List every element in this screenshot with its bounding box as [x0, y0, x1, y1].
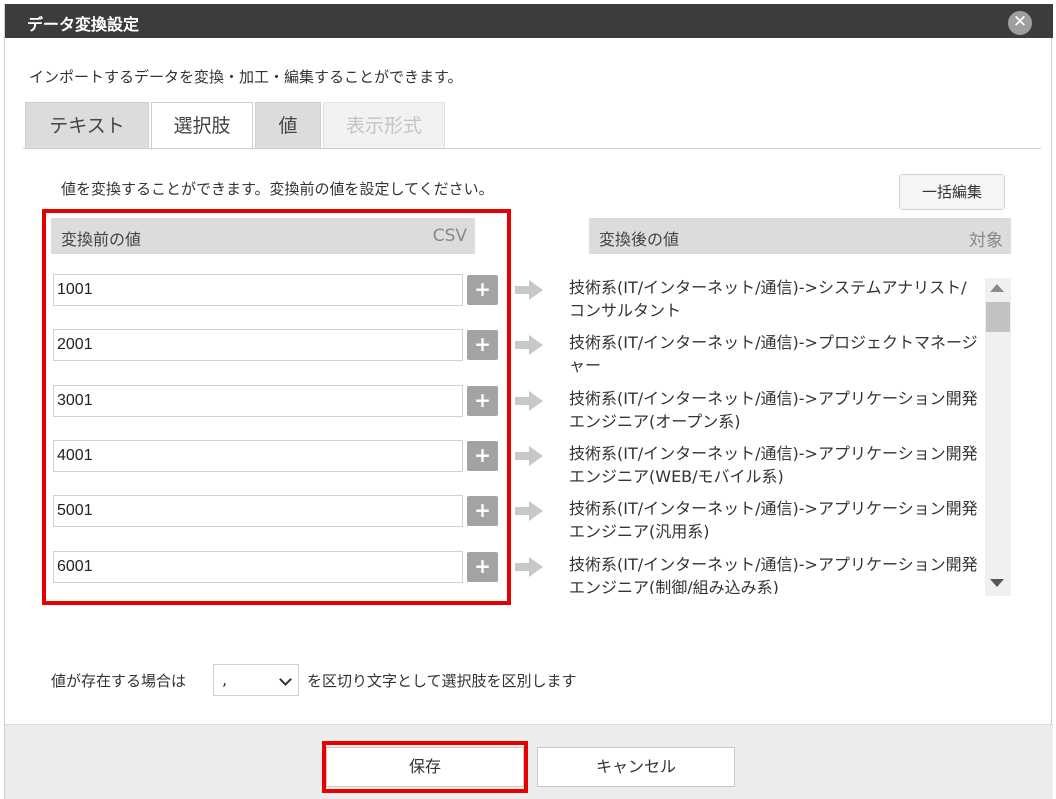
delimiter-value: , — [222, 670, 228, 689]
after-value-text: 技術系(IT/インターネット/通信)->アプリケーション開発エンジニア(制御/組… — [569, 555, 978, 594]
scroll-thumb[interactable] — [986, 302, 1010, 332]
close-icon[interactable]: ✕ — [1008, 11, 1032, 35]
scroll-up-icon[interactable] — [990, 284, 1004, 292]
arrow-right-icon — [515, 335, 543, 355]
delimiter-label-pre: 値が存在する場合は — [51, 672, 187, 690]
arrow-right-icon — [515, 446, 543, 466]
data-conversion-dialog: データ変換設定 ✕ インポートするデータを変換・加工・編集することができます。 … — [4, 4, 1053, 799]
after-value-text: 技術系(IT/インターネット/通信)->プロジェクトマネージャー — [569, 333, 978, 375]
dialog-footer: 保存 キャンセル — [5, 724, 1053, 799]
after-values-scrollbar[interactable] — [985, 278, 1011, 596]
dialog-description: インポートするデータを変換・加工・編集することができます。 — [29, 68, 463, 86]
delimiter-label-post: を区切り文字として選択肢を区別します — [307, 672, 577, 690]
cancel-button[interactable]: キャンセル — [537, 747, 735, 787]
tab-choices[interactable]: 選択肢 — [151, 102, 253, 150]
delimiter-select[interactable]: , — [213, 664, 299, 696]
tab-text[interactable]: テキスト — [25, 102, 149, 149]
save-highlight — [322, 741, 528, 793]
target-tag: 対象 — [969, 231, 1003, 251]
dialog-title: データ変換設定 — [27, 15, 140, 34]
tabs-divider — [23, 148, 1041, 149]
tab-display-format: 表示形式 — [323, 102, 445, 149]
arrow-right-icon — [515, 280, 543, 300]
before-values-highlight — [42, 209, 511, 605]
after-value-text: 技術系(IT/インターネット/通信)->アプリケーション開発エンジニア(WEB/… — [569, 444, 978, 486]
after-value-header: 変換後の値 対象 — [589, 218, 1011, 254]
arrow-right-icon — [515, 501, 543, 521]
dialog-titlebar: データ変換設定 ✕ — [5, 4, 1053, 38]
after-values-list[interactable]: 技術系(IT/インターネット/通信)->システムアナリスト/コンサルタント 技術… — [565, 272, 985, 594]
bulk-edit-button[interactable]: 一括編集 — [899, 174, 1005, 210]
after-value-text: 技術系(IT/インターネット/通信)->アプリケーション開発エンジニア(汎用系) — [569, 499, 978, 541]
after-value-text: 技術系(IT/インターネット/通信)->システムアナリスト/コンサルタント — [569, 278, 967, 320]
arrow-right-icon — [515, 391, 543, 411]
after-value-label: 変換後の値 — [599, 230, 680, 249]
after-value-text: 技術系(IT/インターネット/通信)->アプリケーション開発エンジニア(オープン… — [569, 389, 978, 431]
scroll-down-icon[interactable] — [990, 579, 1004, 587]
tab-value[interactable]: 値 — [255, 102, 321, 149]
arrow-right-icon — [515, 557, 543, 577]
panel-description: 値を変換することができます。変換前の値を設定してください。 — [61, 180, 494, 198]
chevron-down-icon — [279, 673, 292, 686]
